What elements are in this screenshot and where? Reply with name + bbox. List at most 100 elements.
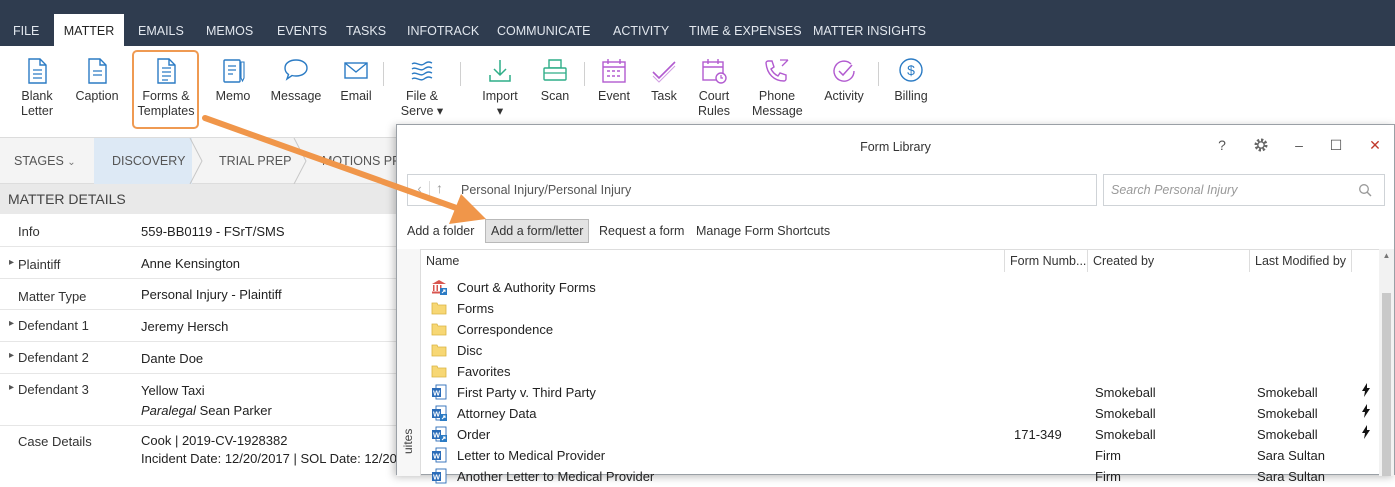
form-row[interactable]: W First Party v. Third Party Smokeball Smok… xyxy=(421,382,1379,403)
folder-row[interactable]: Court & Authority Forms xyxy=(421,277,1379,298)
field-value[interactable]: Jeremy Hersch xyxy=(141,319,228,334)
import-button[interactable]: Import ▾ xyxy=(478,56,522,119)
scroll-up-icon[interactable]: ▲ xyxy=(1379,251,1394,260)
event-label: Event xyxy=(598,89,630,103)
back-arrow-icon[interactable]: ‹ xyxy=(410,181,430,201)
search-icon[interactable] xyxy=(1358,183,1372,197)
form-row[interactable]: W Order 171-349 Smokeball Smokeball xyxy=(421,424,1379,445)
menu-tab-activity[interactable]: ACTIVITY xyxy=(613,14,669,46)
billing-button[interactable]: $ Billing xyxy=(891,56,931,104)
field-value[interactable]: Anne Kensington xyxy=(141,256,240,271)
paralegal-name[interactable]: Sean Parker xyxy=(200,403,272,418)
close-icon[interactable]: ✕ xyxy=(1366,135,1384,155)
menu-tab-matter[interactable]: MATTER xyxy=(54,14,124,46)
blank-letter-label: Blank Letter xyxy=(21,89,53,118)
stage-trial-prep[interactable]: TRIAL PREP xyxy=(219,138,291,184)
field-value-2[interactable]: Incident Date: 12/20/2017 | SOL Date: 12… xyxy=(141,451,400,466)
menu-tab-tasks[interactable]: TASKS xyxy=(346,14,386,46)
stages-dropdown[interactable]: STAGES ⌄ xyxy=(14,138,76,184)
scan-button[interactable]: Scan xyxy=(537,56,573,104)
court-rules-button[interactable]: Court Rules xyxy=(694,56,734,119)
row-name: Forms xyxy=(457,301,494,316)
ribbon-separator xyxy=(584,62,585,86)
up-arrow-icon[interactable]: ↑ xyxy=(436,180,443,196)
path-breadcrumb[interactable]: ‹ ↑ Personal Injury/Personal Injury xyxy=(407,174,1097,206)
column-header-form-number[interactable]: Form Numb... xyxy=(1005,250,1088,272)
field-value[interactable]: Dante Doe xyxy=(141,351,203,366)
svg-text:W: W xyxy=(433,473,441,482)
file-serve-icon xyxy=(411,61,433,81)
row-name: Another Letter to Medical Provider xyxy=(457,469,655,484)
menu-tab-memos[interactable]: MEMOS xyxy=(206,14,253,46)
manage-form-shortcuts-button[interactable]: Manage Form Shortcuts xyxy=(696,219,830,243)
gear-icon[interactable] xyxy=(1252,135,1270,155)
word-doc-link-icon: W xyxy=(431,405,447,421)
row-created-by: Firm xyxy=(1095,448,1121,463)
matter-row-plaintiff[interactable]: Plaintiff Anne Kensington xyxy=(0,247,400,279)
matter-row-defendant-1[interactable]: Defendant 1 Jeremy Hersch xyxy=(0,310,400,342)
maximize-icon[interactable]: ☐ xyxy=(1327,135,1345,155)
stage-discovery[interactable]: DISCOVERY xyxy=(112,138,185,184)
column-header-created-by[interactable]: Created by xyxy=(1088,250,1250,272)
add-form-letter-button[interactable]: Add a form/letter xyxy=(485,219,590,243)
shortcut-bolt-icon[interactable] xyxy=(1361,425,1371,442)
column-header-last-modified[interactable]: Last Modified by xyxy=(1250,250,1352,272)
memo-icon xyxy=(223,59,245,83)
activity-label: Activity xyxy=(824,89,864,103)
event-button[interactable]: Event xyxy=(596,56,632,104)
side-panel[interactable]: uites xyxy=(397,249,421,476)
row-created-by: Smokeball xyxy=(1095,406,1156,421)
field-value[interactable]: 559-BB0119 - FSrT/SMS xyxy=(141,224,285,239)
add-folder-button[interactable]: Add a folder xyxy=(407,219,474,243)
phone-message-button[interactable]: Phone Message xyxy=(752,56,803,119)
matter-row-defendant-2[interactable]: Defendant 2 Dante Doe xyxy=(0,342,400,374)
caption-document-icon xyxy=(88,58,107,84)
vertical-scrollbar[interactable]: ▲ xyxy=(1379,249,1394,476)
memo-button[interactable]: Memo xyxy=(212,56,254,104)
task-button[interactable]: Task xyxy=(646,56,682,104)
shortcut-bolt-icon[interactable] xyxy=(1361,404,1371,421)
form-row[interactable]: W Attorney Data Smokeball Smokeball xyxy=(421,403,1379,424)
row-last-modified: Smokeball xyxy=(1257,385,1318,400)
ribbon-separator xyxy=(878,62,879,86)
menu-tab-time-expenses[interactable]: TIME & EXPENSES xyxy=(689,14,802,46)
task-label: Task xyxy=(651,89,677,103)
menu-tab-emails[interactable]: EMAILS xyxy=(138,14,184,46)
menu-tab-file[interactable]: FILE xyxy=(13,14,39,46)
shortcut-bolt-icon[interactable] xyxy=(1361,383,1371,400)
scrollbar-thumb[interactable] xyxy=(1382,293,1391,476)
menu-tab-communicate[interactable]: COMMUNICATE xyxy=(497,14,591,46)
file-serve-button[interactable]: File & Serve ▾ xyxy=(398,56,446,119)
row-last-modified: Sara Sultan xyxy=(1257,469,1325,484)
email-button[interactable]: Email xyxy=(336,56,376,104)
request-form-button[interactable]: Request a form xyxy=(599,219,684,243)
caption-button[interactable]: Caption xyxy=(72,56,122,104)
form-row[interactable]: W Another Letter to Medical Provider Firm S… xyxy=(421,466,1379,487)
folder-row[interactable]: Correspondence xyxy=(421,319,1379,340)
folder-row[interactable]: Favorites xyxy=(421,361,1379,382)
stages-bar: STAGES ⌄ DISCOVERY TRIAL PREP MOTIONS PR… xyxy=(0,138,410,184)
word-doc-link-icon: W xyxy=(431,426,447,442)
help-icon[interactable]: ? xyxy=(1213,135,1231,155)
field-value[interactable]: Yellow Taxi xyxy=(141,383,205,398)
menu-tab-events[interactable]: EVENTS xyxy=(277,14,327,46)
activity-button[interactable]: Activity xyxy=(822,56,866,104)
matter-row-defendant-3[interactable]: Defendant 3 Yellow Taxi Paralegal Sean P… xyxy=(0,374,400,426)
row-created-by: Smokeball xyxy=(1095,427,1156,442)
search-input[interactable]: Search Personal Injury xyxy=(1103,174,1385,206)
menu-tab-infotrack[interactable]: INFOTRACK xyxy=(407,14,479,46)
field-label: Defendant 2 xyxy=(9,350,89,365)
memo-label: Memo xyxy=(215,89,251,103)
menu-tab-matter-insights[interactable]: MATTER INSIGHTS xyxy=(813,14,926,46)
folder-row[interactable]: Disc xyxy=(421,340,1379,361)
column-header-name[interactable]: Name xyxy=(421,250,1005,272)
folder-row[interactable]: Forms xyxy=(421,298,1379,319)
blank-letter-button[interactable]: Blank Letter xyxy=(14,56,60,119)
form-row[interactable]: W Letter to Medical Provider Firm Sara Sult… xyxy=(421,445,1379,466)
field-value[interactable]: Personal Injury - Plaintiff xyxy=(141,287,282,302)
message-button[interactable]: Message xyxy=(268,56,324,104)
dialog-title: Form Library xyxy=(860,140,931,154)
minimize-icon[interactable]: – xyxy=(1290,135,1308,155)
field-value[interactable]: Cook | 2019-CV-1928382 xyxy=(141,433,287,448)
folder-icon xyxy=(431,300,447,316)
